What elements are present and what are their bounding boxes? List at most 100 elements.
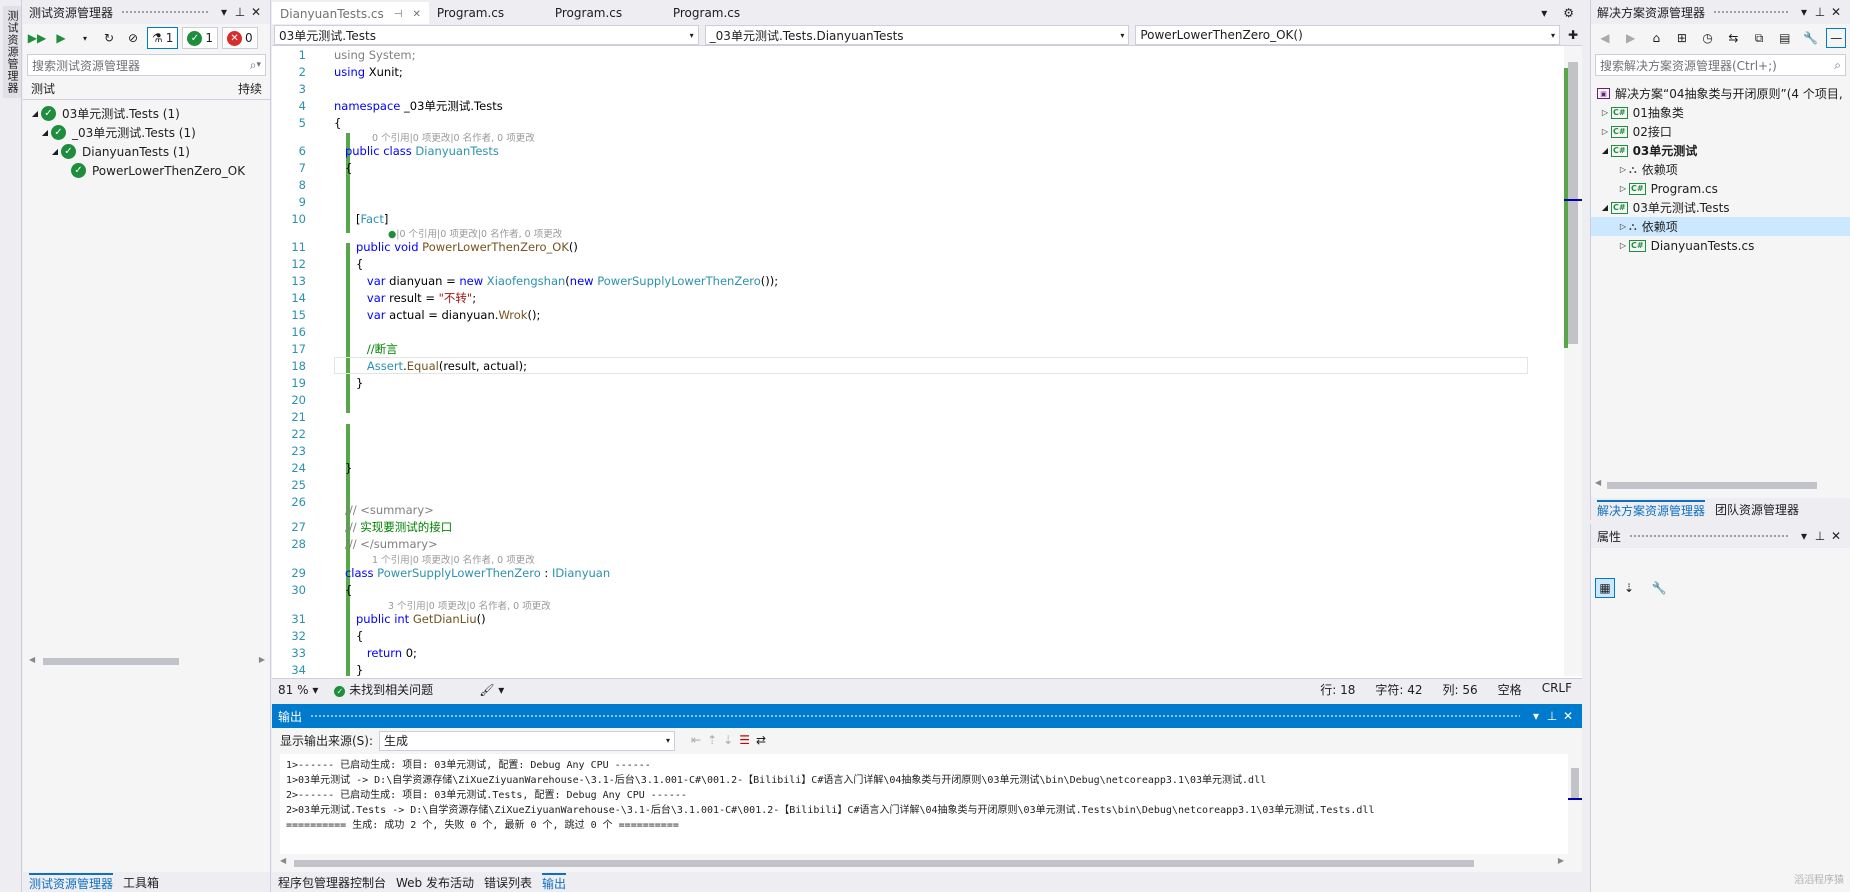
editor-vscrollbar[interactable] (1564, 46, 1582, 676)
dropdown-icon[interactable]: ▾ (1796, 5, 1812, 19)
pin-icon[interactable]: ⊥ (1812, 5, 1828, 19)
test-search-input[interactable]: 搜索测试资源管理器 ⌕ ▾ (27, 54, 266, 76)
expanded-icon[interactable]: ◢ (29, 109, 41, 118)
expanded-icon[interactable]: ◢ (49, 147, 61, 156)
eol-indicator[interactable]: CRLF (1542, 681, 1572, 698)
pin-icon[interactable]: ⊥ (232, 5, 248, 19)
tab-program-cs[interactable]: Program.cs (665, 2, 783, 24)
dependencies-node[interactable]: ▷ ⛬ 依赖项 (1591, 160, 1850, 179)
run-dropdown-icon[interactable]: ▾ (75, 28, 95, 48)
clear-all-icon[interactable]: ☰ (739, 733, 750, 747)
collapsed-icon[interactable]: ▷ (1599, 127, 1611, 136)
solution-hscrollbar[interactable]: ◀ (1595, 478, 1847, 490)
cancel-icon[interactable]: ⊘ (123, 28, 143, 48)
search-icon[interactable]: ⌕ (250, 58, 257, 73)
alphabetical-icon[interactable]: ⇣ (1619, 578, 1639, 598)
run-icon[interactable]: ▶ (51, 28, 71, 48)
home-icon[interactable]: ⌂ (1646, 28, 1666, 48)
word-wrap-icon[interactable]: ⇄ (756, 733, 766, 747)
close-icon[interactable]: ✕ (248, 5, 264, 19)
panel-grip[interactable] (310, 713, 1520, 719)
collapsed-icon[interactable]: ▷ (1617, 184, 1629, 193)
class-dropdown[interactable]: _03单元测试.Tests.DianyuanTests ▾ (704, 25, 1130, 45)
prev-message-icon[interactable]: ⇡ (707, 733, 717, 747)
expanded-icon[interactable]: ◢ (1599, 146, 1611, 155)
output-vscrollbar[interactable] (1568, 754, 1582, 854)
tab-team-explorer[interactable]: 团队资源管理器 (1715, 501, 1799, 518)
panel-grip[interactable] (1629, 533, 1788, 539)
tab-toolbox[interactable]: 工具箱 (123, 874, 159, 891)
dependencies-node[interactable]: ▷ ⛬ 依赖项 (1591, 217, 1850, 236)
back-icon[interactable]: ◀ (1595, 28, 1615, 48)
split-icon[interactable]: ✚ (1566, 24, 1580, 45)
tab-dianyuantests-cs[interactable]: DianyuanTests.cs ⊣ ✕ (272, 2, 429, 24)
search-dropdown-icon[interactable]: ▾ (256, 60, 261, 70)
close-icon[interactable]: ✕ (412, 9, 420, 20)
filter-failed-badge[interactable]: ✕ 0 (222, 27, 258, 49)
column-duration[interactable]: 持续 (238, 80, 262, 97)
dock-tab-test-explorer[interactable]: 测试资源管理器 (3, 6, 21, 98)
preview-icon[interactable]: — (1826, 28, 1847, 48)
file-node[interactable]: ▷ C# Program.cs (1591, 179, 1850, 198)
dropdown-icon[interactable]: ▾ (1528, 709, 1544, 723)
dropdown-icon[interactable]: ▾ (216, 5, 232, 19)
tab-program-cs[interactable]: Program.cs (547, 2, 665, 24)
member-dropdown[interactable]: PowerLowerThenZero_OK() ▾ (1135, 25, 1561, 45)
collapsed-icon[interactable]: ▷ (1617, 165, 1629, 174)
close-icon[interactable]: ✕ (1828, 529, 1844, 543)
whitespace-indicator[interactable]: 空格 (1498, 681, 1522, 698)
test-tree-item[interactable]: ◢ ✓ _03单元测试.Tests (1) (23, 123, 270, 142)
output-text[interactable]: 1>------ 已启动生成: 项目: 03单元测试, 配置: Debug An… (280, 754, 1582, 854)
pin-icon[interactable]: ⊥ (1544, 709, 1560, 723)
panel-grip[interactable] (1713, 9, 1788, 15)
pin-icon[interactable]: ⊥ (1812, 529, 1828, 543)
output-source-dropdown[interactable]: 生成 ▾ (379, 730, 676, 751)
filter-all-badge[interactable]: ⚗ 1 (147, 27, 179, 49)
code-area[interactable]: 1 using System; 2 using Xunit; 3 4 namespac… (272, 46, 1562, 676)
tab-overflow-icon[interactable]: ▾ (1533, 2, 1555, 24)
tab-solution-explorer[interactable]: 解决方案资源管理器 (1597, 499, 1706, 519)
property-pages-icon[interactable]: 🔧 (1649, 578, 1669, 598)
next-message-icon[interactable]: ⇣ (723, 733, 733, 747)
project-dropdown[interactable]: 03单元测试.Tests ▾ (274, 25, 699, 45)
categorized-icon[interactable]: ▦ (1595, 578, 1615, 598)
test-hscrollbar[interactable]: ◀ ▶ (29, 655, 265, 667)
find-message-icon[interactable]: ⇤ (691, 733, 701, 747)
history-icon[interactable]: ◷ (1698, 28, 1718, 48)
expanded-icon[interactable]: ◢ (1599, 203, 1611, 212)
test-tree-item[interactable]: ✓ PowerLowerThenZero_OK (23, 161, 270, 180)
project-node[interactable]: ▷ C# 01抽象类 (1591, 103, 1850, 122)
properties-icon[interactable]: 🔧 (1801, 28, 1821, 48)
output-hscrollbar[interactable]: ◀ ▶ (280, 856, 1564, 868)
close-icon[interactable]: ✕ (1560, 709, 1576, 723)
issues-indicator[interactable]: ✓ 未找到相关问题 (334, 681, 433, 698)
pin-icon[interactable]: ⊣ (394, 9, 403, 20)
solution-search-input[interactable]: 搜索解决方案资源管理器(Ctrl+;) ⌕ (1595, 54, 1846, 76)
test-tree-item[interactable]: ◢ ✓ 03单元测试.Tests (1) (23, 104, 270, 123)
run-all-icon[interactable]: ▶▶ (27, 28, 47, 48)
collapsed-icon[interactable]: ▷ (1617, 241, 1629, 250)
tab-error-list[interactable]: 错误列表 (484, 874, 532, 891)
settings-icon[interactable]: ⚙ (1555, 2, 1582, 24)
file-node[interactable]: ▷ C# DianyuanTests.cs (1591, 236, 1850, 255)
test-tree-item[interactable]: ◢ ✓ DianyuanTests (1) (23, 142, 270, 161)
tab-output[interactable]: 输出 (542, 872, 567, 892)
switch-views-icon[interactable]: ⊞ (1672, 28, 1692, 48)
collapsed-icon[interactable]: ▷ (1599, 108, 1611, 117)
panel-grip[interactable] (121, 9, 208, 15)
collapsed-icon[interactable]: ▷ (1617, 222, 1629, 231)
project-node[interactable]: ◢ C# 03单元测试.Tests (1591, 198, 1850, 217)
tab-program-cs[interactable]: Program.cs (429, 2, 547, 24)
forward-icon[interactable]: ▶ (1621, 28, 1641, 48)
brush-icon[interactable]: 🖌 ▾ (479, 683, 504, 697)
tab-test-explorer[interactable]: 测试资源管理器 (29, 872, 114, 892)
tab-package-manager-console[interactable]: 程序包管理器控制台 (278, 874, 386, 891)
close-icon[interactable]: ✕ (1828, 5, 1844, 19)
solution-node[interactable]: ▣ 解决方案“04抽象类与开闭原则”(4 个项目, (1591, 84, 1850, 103)
expanded-icon[interactable]: ◢ (39, 128, 51, 137)
search-icon[interactable]: ⌕ (1834, 58, 1841, 73)
tab-web-publish[interactable]: Web 发布活动 (396, 874, 474, 891)
properties-object-selector[interactable] (1595, 550, 1846, 572)
scroll-thumb[interactable] (1568, 62, 1578, 344)
zoom-dropdown[interactable]: 81 % ▾ (278, 683, 318, 697)
